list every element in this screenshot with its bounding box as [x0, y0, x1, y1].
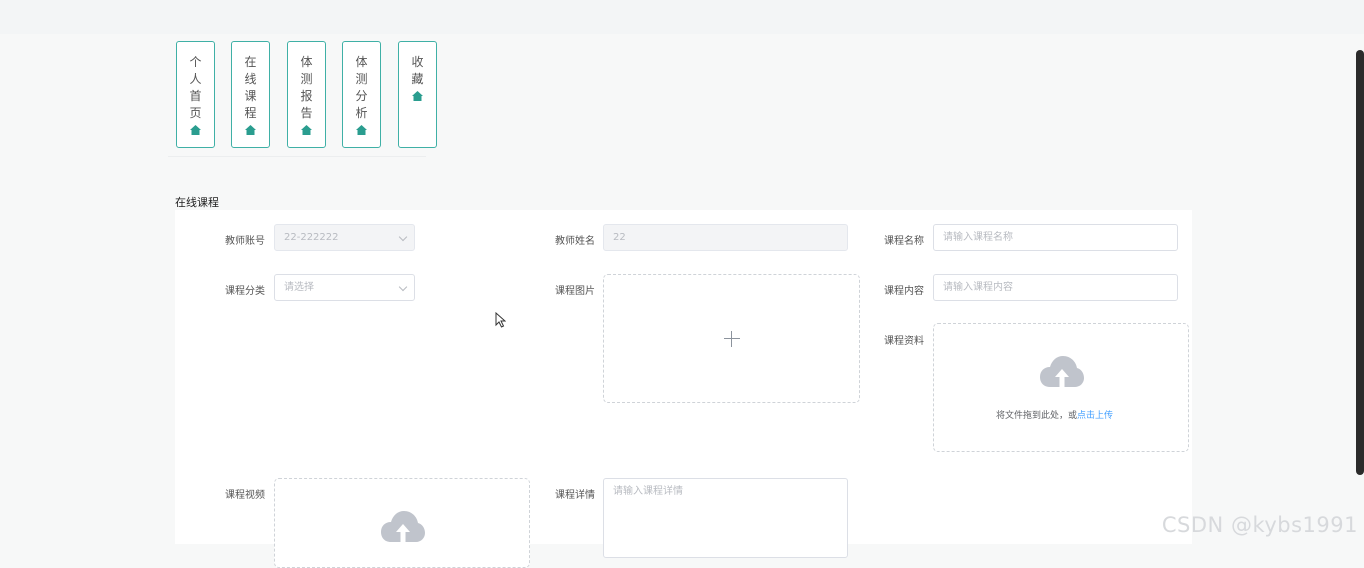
- course-detail-placeholder: 请输入课程详情: [613, 486, 683, 497]
- click-upload-link[interactable]: 点击上传: [1077, 411, 1113, 421]
- home-icon: [356, 125, 367, 135]
- nav-item-online-course[interactable]: 在线课程: [231, 41, 270, 148]
- watermark: CSDN @kybs1991: [1161, 513, 1358, 537]
- nav-item-label: 收藏: [411, 55, 424, 86]
- teacher-name-input[interactable]: 22: [603, 224, 848, 251]
- chevron-down-icon: [398, 232, 408, 242]
- course-name-label: 课程名称: [884, 236, 924, 247]
- course-content-label: 课程内容: [884, 286, 924, 297]
- nav-item-favorites[interactable]: 收藏: [398, 41, 437, 148]
- chevron-down-icon: [398, 282, 408, 292]
- course-form: 教师账号 22-222222 教师姓名 22 课程名称 请输入课程名称 课程分类…: [175, 210, 1192, 568]
- course-content-input[interactable]: 请输入课程内容: [933, 274, 1178, 301]
- course-name-placeholder: 请输入课程名称: [943, 232, 1013, 243]
- teacher-name-value: 22: [613, 232, 626, 243]
- course-material-upload[interactable]: 将文件拖到此处，或点击上传: [933, 323, 1189, 452]
- teacher-account-label: 教师账号: [225, 236, 265, 247]
- course-material-label: 课程资料: [884, 336, 924, 347]
- home-icon: [301, 125, 312, 135]
- home-icon: [190, 125, 201, 135]
- scrollbar[interactable]: [1356, 50, 1364, 475]
- nav-item-fitness-report[interactable]: 体测报告: [287, 41, 326, 148]
- nav-item-label: 在线课程: [244, 55, 257, 120]
- section-title: 在线课程: [175, 196, 219, 209]
- home-icon: [412, 91, 423, 101]
- teacher-account-select[interactable]: 22-222222: [274, 224, 415, 251]
- course-category-placeholder: 请选择: [284, 282, 314, 293]
- nav-bar: 个人首页 在线课程 体测报告 体测分析 收藏: [168, 40, 437, 157]
- course-image-upload[interactable]: [603, 274, 860, 403]
- upload-hint-text: 将文件拖到此处，或: [996, 411, 1078, 421]
- course-name-input[interactable]: 请输入课程名称: [933, 224, 1178, 251]
- cloud-upload-icon: [381, 511, 425, 542]
- course-content-placeholder: 请输入课程内容: [943, 282, 1013, 293]
- nav-item-label: 体测报告: [300, 55, 313, 120]
- nav-item-fitness-analysis[interactable]: 体测分析: [342, 41, 381, 148]
- course-category-select[interactable]: 请选择: [274, 274, 415, 301]
- course-video-label: 课程视频: [225, 490, 265, 501]
- nav-item-label: 个人首页: [189, 55, 202, 120]
- nav-item-home[interactable]: 个人首页: [176, 41, 215, 148]
- course-category-label: 课程分类: [225, 286, 265, 297]
- nav-item-label: 体测分析: [355, 55, 368, 120]
- teacher-account-value: 22-222222: [284, 232, 339, 243]
- upload-hint: 将文件拖到此处，或点击上传: [996, 408, 1113, 421]
- course-detail-label: 课程详情: [555, 490, 595, 501]
- home-icon: [245, 125, 256, 135]
- mouse-cursor-icon: [495, 312, 506, 328]
- course-detail-textarea[interactable]: 请输入课程详情: [603, 478, 848, 558]
- top-bar: [0, 0, 1364, 34]
- cloud-upload-icon: [1040, 356, 1084, 387]
- course-image-label: 课程图片: [555, 286, 595, 297]
- teacher-name-label: 教师姓名: [555, 236, 595, 247]
- course-video-upload[interactable]: [274, 478, 530, 568]
